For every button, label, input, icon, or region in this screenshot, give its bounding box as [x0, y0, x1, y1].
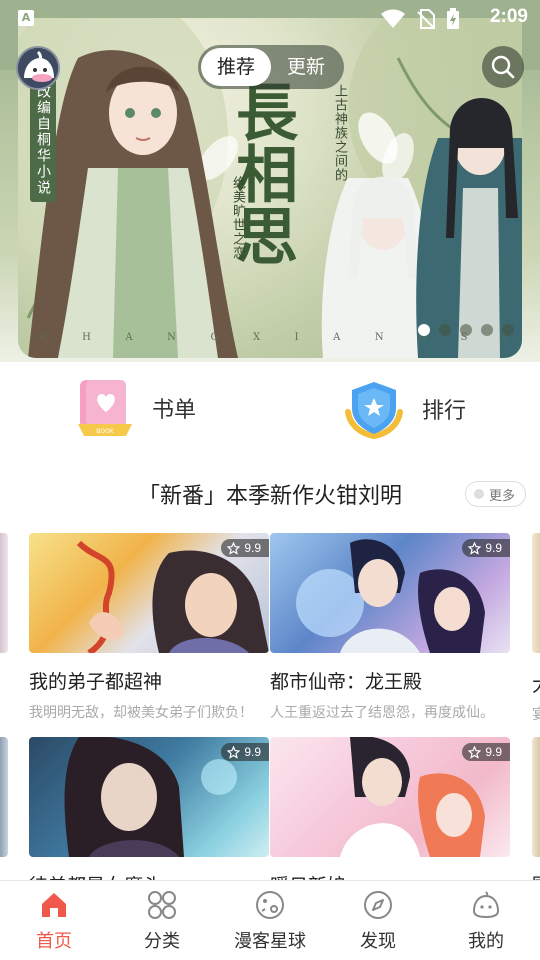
comic-cover: 9.9 [29, 737, 269, 857]
next-card-peek-2[interactable] [532, 737, 540, 857]
banner-tagline-2: 绝美旷世之恋 [230, 176, 245, 260]
quick-booklist-label: 书单 [152, 398, 197, 423]
banner-pinyin-letter: C [40, 332, 52, 343]
banner-side-tag: 改编自桐华小说 [30, 78, 56, 202]
rating-value: 9.9 [485, 745, 502, 759]
rating-badge: 9.9 [462, 743, 510, 761]
prev-card-peek-2[interactable] [0, 737, 8, 857]
quick-ranking[interactable]: 排行 [344, 378, 466, 440]
banner-pinyin-letter: N [374, 332, 388, 343]
quick-menu: BOOK 书单 排行 [0, 362, 540, 458]
nav-category-label: 分类 [144, 931, 180, 952]
wifi-icon [381, 9, 405, 28]
profile-face-icon [472, 891, 500, 919]
nav-discover-label: 发现 [360, 931, 396, 952]
avatar-mascot-icon [18, 48, 58, 88]
tab-recommend[interactable]: 推荐 [201, 48, 271, 86]
banner-pinyin-letter: N [167, 332, 180, 343]
banner-pinyin-letter: X [252, 332, 265, 343]
carousel-indicator [418, 324, 514, 336]
rating-badge: 9.9 [221, 539, 269, 557]
banner-pinyin-letter: G [210, 332, 223, 343]
banner-pinyin-letter: A [125, 332, 137, 343]
no-sim-icon [417, 9, 435, 29]
comic-cover: 9.9 [29, 533, 269, 653]
status-bar: A 2:09 [0, 0, 540, 36]
quick-ranking-label: 排行 [422, 399, 467, 424]
rating-badge: 9.9 [221, 743, 269, 761]
nav-home-label: 首页 [36, 931, 72, 952]
comic-card[interactable]: 9.9 我的弟子都超神 我明明无敌，却被美女弟子们欺负！ [29, 533, 269, 722]
search-button[interactable] [482, 46, 524, 88]
comic-cover: 9.9 [270, 737, 510, 857]
status-icons [380, 8, 460, 30]
category-grid-icon [148, 891, 176, 919]
user-avatar[interactable] [16, 46, 60, 90]
next-card-peek-sub: 宴 [532, 707, 540, 723]
carousel-dot[interactable] [460, 324, 472, 336]
bottom-navigation: 首页 分类 漫客星球 发现 我的 [0, 880, 540, 960]
compass-icon [364, 891, 392, 919]
quick-booklist[interactable]: BOOK 书单 [76, 378, 196, 438]
star-outline-icon [468, 541, 482, 555]
search-icon [491, 55, 515, 79]
nav-category[interactable]: 分类 [108, 881, 216, 960]
comic-card[interactable]: 9.9 都市仙帝：龙王殿 人王重返过去了结恩怨，再度成仙。 [270, 533, 510, 722]
carousel-dot[interactable] [418, 324, 430, 336]
comic-cover: 9.9 [270, 533, 510, 653]
more-label: 更多 [488, 488, 515, 504]
star-outline-icon [227, 745, 241, 759]
banner-pinyin-letter: A [333, 332, 345, 343]
rating-value: 9.9 [244, 541, 261, 555]
carousel-dot[interactable] [481, 324, 493, 336]
app-notification-icon: A [18, 10, 34, 26]
comic-subtitle: 人王重返过去了结恩怨，再度成仙。 [270, 705, 494, 721]
comic-title: 我的弟子都超神 [29, 671, 163, 693]
rating-value: 9.9 [485, 541, 502, 555]
carousel-dot[interactable] [439, 324, 451, 336]
hero-banner[interactable]: A 2:09 推荐 更新 改编自桐华小说 長相思 上古神族之间的 绝美旷世之恋 … [0, 0, 540, 362]
comic-card[interactable]: 9.9 徒弟都是女魔头 [29, 737, 269, 898]
tab-updates[interactable]: 更新 [271, 48, 341, 86]
nav-planet[interactable]: 漫客星球 [216, 881, 324, 960]
banner-pinyin-letter: I [294, 332, 303, 343]
nav-planet-label: 漫客星球 [234, 931, 306, 952]
next-card-peek-title: 大 [532, 670, 540, 697]
nav-home[interactable]: 首页 [0, 881, 108, 960]
battery-charging-icon [447, 8, 459, 29]
rating-value: 9.9 [244, 745, 261, 759]
booklist-icon: BOOK [78, 380, 132, 436]
prev-card-peek[interactable] [0, 533, 8, 653]
star-outline-icon [227, 541, 241, 555]
next-card-peek[interactable] [532, 533, 540, 653]
svg-text:BOOK: BOOK [96, 428, 114, 435]
comic-title: 都市仙帝：龙王殿 [270, 671, 423, 693]
nav-mine[interactable]: 我的 [432, 881, 540, 960]
ranking-shield-icon [345, 382, 403, 440]
section-title: 「新番」本季新作火钳刘明 [137, 484, 402, 509]
more-button[interactable]: 更多 [464, 481, 526, 507]
carousel-dot[interactable] [502, 324, 514, 336]
rating-badge: 9.9 [462, 539, 510, 557]
planet-icon [256, 891, 284, 919]
nav-mine-label: 我的 [468, 931, 504, 952]
banner-tagline-1: 上古神族之间的 [332, 84, 347, 182]
star-outline-icon [468, 745, 482, 759]
nav-discover[interactable]: 发现 [324, 881, 432, 960]
comic-card[interactable]: 9.9 暖日新娘 [270, 737, 510, 898]
comic-subtitle: 我明明无敌，却被美女弟子们欺负！ [29, 705, 253, 721]
banner-pinyin-letter: H [82, 332, 95, 343]
feed-tab-switcher: 推荐 更新 [198, 45, 344, 89]
clock: 2:09 [489, 6, 528, 27]
home-page: A 2:09 推荐 更新 改编自桐华小说 長相思 上古神族之间的 绝美旷世之恋 … [0, 0, 540, 960]
more-dot-icon [473, 489, 484, 499]
home-icon [42, 893, 66, 917]
